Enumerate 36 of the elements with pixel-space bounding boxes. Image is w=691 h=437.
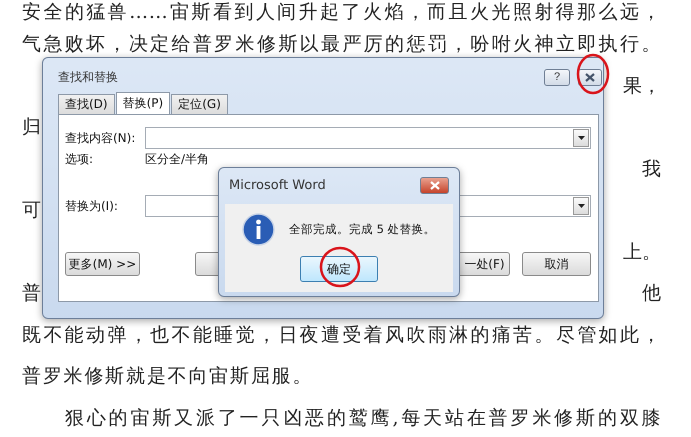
paragraph-line: 狠心的宙斯又派了一只凶恶的鹫鹰,每天站在普罗米修斯的双膝 — [64, 406, 661, 430]
text-fragment: 果， — [623, 74, 661, 98]
message-box-title: Microsoft Word — [229, 178, 326, 193]
highlight-circle — [318, 245, 362, 289]
highlight-circle — [576, 53, 610, 95]
text-fragment: 普 — [22, 281, 41, 306]
close-button[interactable] — [578, 68, 602, 86]
help-button[interactable]: ? — [544, 68, 570, 86]
find-field[interactable] — [145, 127, 591, 149]
text-fragment: 上。 — [623, 240, 661, 264]
close-icon — [430, 181, 440, 190]
paragraph-line: 既不能动弹，也不能睡觉，日夜遭受着风吹雨淋的痛苦。尽管如此， — [22, 322, 661, 348]
dropdown-icon — [578, 136, 584, 140]
options-label: 选项: — [65, 150, 94, 168]
text-fragment: 我 — [642, 156, 661, 182]
text-fragment: 他 — [642, 281, 661, 306]
close-button[interactable] — [420, 177, 449, 194]
paragraph-line: 安全的猛兽……宙斯看到人间升起了火焰，而且火光照射得那么远， — [22, 0, 661, 24]
options-value: 区分全/半角 — [145, 150, 210, 168]
dropdown-icon — [578, 204, 584, 208]
text-fragment: 归 — [22, 115, 41, 140]
paragraph-line: 普罗米修斯就是不向宙斯屈服。 — [22, 364, 314, 389]
info-icon — [242, 213, 275, 246]
cancel-button[interactable]: 取消 — [522, 252, 591, 276]
tab[interactable]: 定位(G) — [171, 94, 228, 114]
ok-button[interactable]: 确定 — [300, 256, 378, 282]
field-label: 替换为(I): — [65, 198, 119, 214]
tab[interactable]: 查找(D) — [58, 94, 115, 114]
tab[interactable]: 替换(P) — [116, 92, 170, 114]
paragraph-line: 气急败坏，决定给普罗米修斯以最严厉的惩罚，吩咐火神立即执行。 — [22, 32, 661, 57]
more-button[interactable]: 更多(M) >> — [65, 252, 140, 276]
window-title: 查找和替换 — [58, 68, 118, 86]
text-fragment: 可 — [22, 198, 41, 223]
message-text: 全部完成。完成 5 处替换。 — [289, 222, 436, 237]
close-icon — [585, 72, 595, 82]
field-label: 查找内容(N): — [65, 130, 136, 146]
